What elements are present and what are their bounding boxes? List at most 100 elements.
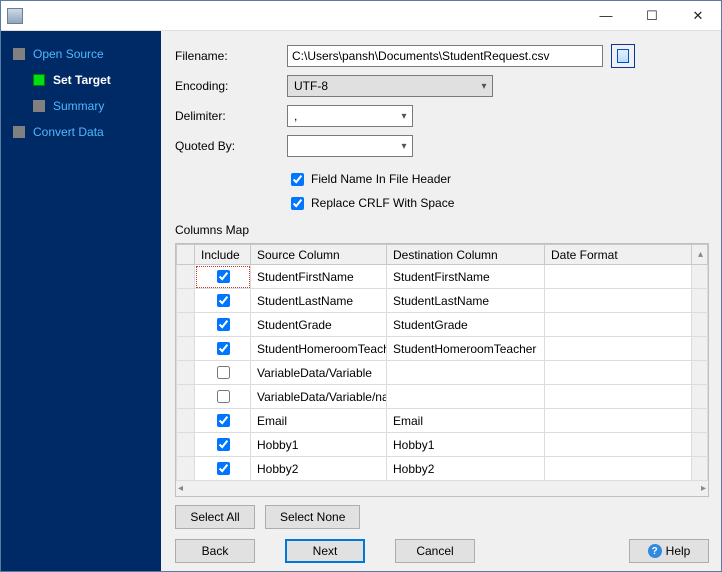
horizontal-scrollbar[interactable]: ◂ ▸: [176, 480, 708, 496]
col-include-header[interactable]: Include: [195, 245, 251, 265]
table-row[interactable]: VariableData/Variable/nar: [177, 385, 708, 409]
sidebar-item-set-target[interactable]: Set Target: [1, 67, 161, 93]
source-column-cell[interactable]: VariableData/Variable/nar: [251, 385, 387, 409]
help-button[interactable]: ? Help: [629, 539, 709, 563]
include-checkbox[interactable]: [217, 342, 230, 355]
app-window: — ☐ ✕ Open Source Set Target Summary Conver…: [0, 0, 722, 572]
date-format-cell[interactable]: [545, 265, 692, 289]
help-label: Help: [666, 544, 691, 558]
date-format-cell[interactable]: [545, 433, 692, 457]
filename-input[interactable]: [287, 45, 603, 67]
destination-column-cell[interactable]: Hobby2: [387, 457, 545, 481]
include-checkbox[interactable]: [217, 366, 230, 379]
source-column-cell[interactable]: StudentHomeroomTeach: [251, 337, 387, 361]
source-column-cell[interactable]: StudentGrade: [251, 313, 387, 337]
col-source-header[interactable]: Source Column: [251, 245, 387, 265]
table-row[interactable]: StudentGradeStudentGrade: [177, 313, 708, 337]
next-button[interactable]: Next: [285, 539, 365, 563]
vertical-scrollbar[interactable]: [692, 337, 708, 361]
destination-column-cell[interactable]: StudentLastName: [387, 289, 545, 313]
delimiter-select[interactable]: , ▾: [287, 105, 413, 127]
date-format-cell[interactable]: [545, 313, 692, 337]
include-checkbox[interactable]: [217, 390, 230, 403]
quoted-by-label: Quoted By:: [175, 139, 287, 153]
field-name-header-checkbox[interactable]: [291, 173, 304, 186]
destination-column-cell[interactable]: Email: [387, 409, 545, 433]
vertical-scrollbar[interactable]: [692, 433, 708, 457]
titlebar: — ☐ ✕: [1, 1, 721, 31]
destination-column-cell[interactable]: StudentFirstName: [387, 265, 545, 289]
include-checkbox[interactable]: [217, 414, 230, 427]
minimize-button[interactable]: —: [583, 1, 629, 30]
date-format-cell[interactable]: [545, 457, 692, 481]
sidebar-item-summary[interactable]: Summary: [1, 93, 161, 119]
delimiter-label: Delimiter:: [175, 109, 287, 123]
table-row[interactable]: VariableData/Variable: [177, 361, 708, 385]
columns-map-title: Columns Map: [175, 223, 709, 237]
replace-crlf-checkbox[interactable]: [291, 197, 304, 210]
sidebar-item-open-source[interactable]: Open Source: [1, 41, 161, 67]
source-column-cell[interactable]: Hobby1: [251, 433, 387, 457]
include-checkbox[interactable]: [217, 270, 230, 283]
select-all-button[interactable]: Select All: [175, 505, 255, 529]
quoted-by-select[interactable]: ▾: [287, 135, 413, 157]
sidebar-item-label: Open Source: [33, 47, 104, 61]
vertical-scrollbar[interactable]: [692, 313, 708, 337]
close-button[interactable]: ✕: [675, 1, 721, 30]
include-checkbox[interactable]: [217, 294, 230, 307]
select-none-button[interactable]: Select None: [265, 505, 360, 529]
destination-column-cell[interactable]: StudentGrade: [387, 313, 545, 337]
browse-file-button[interactable]: [611, 44, 635, 68]
scroll-left-icon: ◂: [178, 483, 183, 494]
sidebar-item-label: Convert Data: [33, 125, 104, 139]
back-button[interactable]: Back: [175, 539, 255, 563]
filename-label: Filename:: [175, 49, 287, 63]
row-header: [177, 289, 195, 313]
scroll-up-button[interactable]: ▴: [692, 245, 708, 265]
encoding-label: Encoding:: [175, 79, 287, 93]
vertical-scrollbar[interactable]: [692, 289, 708, 313]
source-column-cell[interactable]: StudentFirstName: [251, 265, 387, 289]
source-column-cell[interactable]: VariableData/Variable: [251, 361, 387, 385]
date-format-cell[interactable]: [545, 337, 692, 361]
date-format-cell[interactable]: [545, 409, 692, 433]
table-row[interactable]: StudentFirstNameStudentFirstName: [177, 265, 708, 289]
sidebar: Open Source Set Target Summary Convert Data: [1, 31, 161, 571]
date-format-cell[interactable]: [545, 361, 692, 385]
vertical-scrollbar[interactable]: [692, 457, 708, 481]
table-row[interactable]: StudentHomeroomTeachStudentHomeroomTeach…: [177, 337, 708, 361]
source-column-cell[interactable]: StudentLastName: [251, 289, 387, 313]
table-row[interactable]: EmailEmail: [177, 409, 708, 433]
destination-column-cell[interactable]: [387, 361, 545, 385]
vertical-scrollbar[interactable]: [692, 385, 708, 409]
cancel-button[interactable]: Cancel: [395, 539, 475, 563]
table-row[interactable]: Hobby1Hobby1: [177, 433, 708, 457]
vertical-scrollbar[interactable]: [692, 265, 708, 289]
vertical-scrollbar[interactable]: [692, 409, 708, 433]
date-format-cell[interactable]: [545, 385, 692, 409]
date-format-cell[interactable]: [545, 289, 692, 313]
sidebar-item-label: Set Target: [53, 73, 111, 87]
vertical-scrollbar[interactable]: [692, 361, 708, 385]
include-checkbox[interactable]: [217, 318, 230, 331]
maximize-button[interactable]: ☐: [629, 1, 675, 30]
col-dest-header[interactable]: Destination Column: [387, 245, 545, 265]
source-column-cell[interactable]: Hobby2: [251, 457, 387, 481]
destination-column-cell[interactable]: Hobby1: [387, 433, 545, 457]
include-checkbox[interactable]: [217, 438, 230, 451]
destination-column-cell[interactable]: [387, 385, 545, 409]
encoding-select[interactable]: UTF-8 ▾: [287, 75, 493, 97]
scroll-right-icon: ▸: [701, 483, 706, 494]
document-icon: [617, 49, 629, 63]
main-panel: Filename: Encoding: UTF-8 ▾ Delimiter: ,…: [161, 31, 721, 571]
destination-column-cell[interactable]: StudentHomeroomTeacher: [387, 337, 545, 361]
col-date-header[interactable]: Date Format: [545, 245, 692, 265]
include-checkbox[interactable]: [217, 462, 230, 475]
table-row[interactable]: StudentLastNameStudentLastName: [177, 289, 708, 313]
sidebar-item-convert-data[interactable]: Convert Data: [1, 119, 161, 145]
field-name-header-label: Field Name In File Header: [311, 172, 451, 186]
app-icon: [7, 8, 23, 24]
table-row[interactable]: Hobby2Hobby2: [177, 457, 708, 481]
encoding-value: UTF-8: [294, 79, 328, 93]
source-column-cell[interactable]: Email: [251, 409, 387, 433]
